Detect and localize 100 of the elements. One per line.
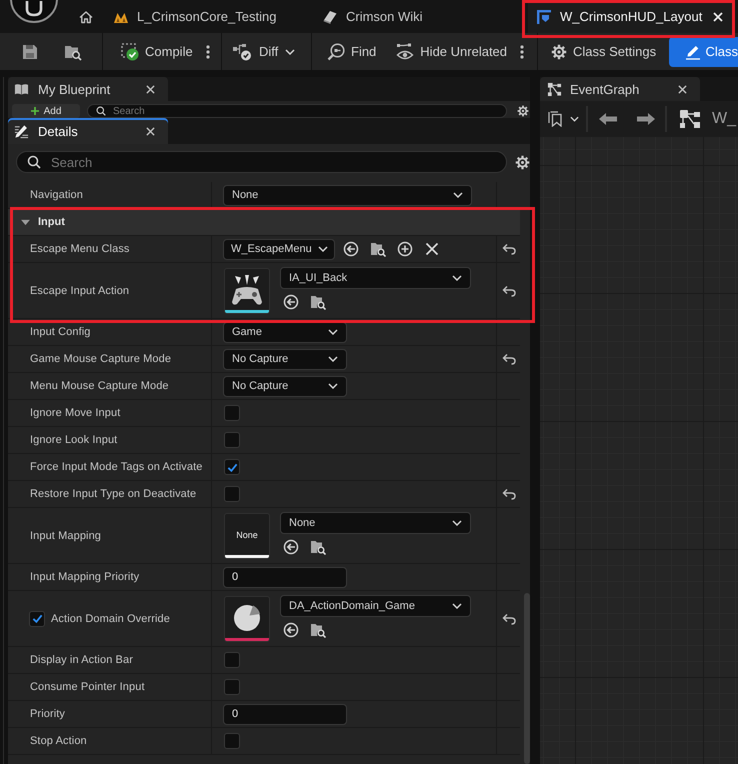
document-tab[interactable]: W_CrimsonHUD_Layout — [528, 0, 733, 33]
save-icon — [22, 44, 38, 60]
thumbnail-label: None — [236, 530, 258, 540]
hide-unrelated-button[interactable]: Hide Unrelated — [396, 36, 508, 66]
property-label: Action Domain Override — [51, 612, 170, 624]
property-label: Ignore Move Input — [30, 407, 120, 419]
gamepad-icon — [229, 274, 265, 306]
breadcrumb-label[interactable]: W_ — [712, 110, 736, 128]
reset-arrow-icon[interactable] — [502, 284, 516, 296]
property-label: Ignore Look Input — [30, 434, 118, 446]
chevron-down-icon — [318, 246, 328, 252]
dropdown[interactable]: IA_UI_Back — [280, 267, 471, 289]
pencil-icon — [685, 44, 702, 60]
document-tab[interactable]: Crimson Wiki — [314, 0, 528, 33]
checkbox[interactable] — [224, 733, 240, 749]
diff-button[interactable]: Diff — [232, 36, 296, 66]
folder-search-icon[interactable] — [370, 241, 386, 257]
dropdown[interactable]: W_EscapeMenu — [223, 238, 335, 260]
back-arrow-icon[interactable] — [598, 112, 618, 126]
dropdown[interactable]: No Capture — [223, 376, 347, 396]
asset-thumbnail[interactable] — [224, 596, 270, 642]
chevron-down-icon — [452, 275, 462, 281]
asset-thumbnail[interactable]: None — [224, 513, 270, 559]
class-button[interactable]: Class — [669, 36, 738, 66]
search-icon — [27, 155, 41, 169]
number-field[interactable]: 0 — [223, 566, 347, 588]
dropdown[interactable]: DA_ActionDomain_Game — [280, 595, 471, 617]
clear-icon[interactable] — [424, 241, 440, 257]
property-label: Display in Action Bar — [30, 654, 133, 666]
compile-button[interactable]: Compile — [121, 36, 193, 66]
chevron-down-icon — [453, 192, 463, 198]
arrow-circle-icon[interactable] — [283, 539, 299, 555]
category-header[interactable]: Input — [8, 209, 520, 236]
find-icon — [327, 42, 345, 60]
find-button[interactable]: Find — [327, 36, 376, 66]
checkbox[interactable] — [224, 432, 240, 448]
chevron-down-icon — [570, 116, 579, 122]
checkbox[interactable] — [224, 652, 240, 668]
arrow-circle-icon[interactable] — [283, 294, 299, 310]
scrollbar-thumb[interactable] — [524, 593, 530, 764]
bookmark-button[interactable] — [548, 111, 579, 127]
chevron-down-icon — [452, 520, 462, 526]
chevron-down-icon — [452, 603, 462, 609]
asset-thumbnail[interactable] — [224, 268, 270, 314]
layout-icon — [536, 8, 552, 24]
folder-search-icon[interactable] — [310, 539, 326, 555]
reset-arrow-icon[interactable] — [502, 612, 516, 624]
checkbox[interactable] — [224, 486, 240, 502]
graph-nodes-icon — [547, 82, 562, 96]
class-settings-button[interactable]: Class Settings — [551, 36, 656, 66]
folder-search-icon[interactable] — [310, 622, 326, 638]
plus-circle-icon[interactable] — [397, 241, 413, 257]
checkbox[interactable] — [224, 459, 240, 475]
property-label: Escape Input Action — [30, 284, 130, 296]
add-button[interactable]: Add — [12, 104, 80, 118]
dropdown[interactable]: None — [280, 512, 471, 534]
reset-arrow-icon[interactable] — [502, 353, 516, 365]
panel-tab[interactable]: Details — [8, 118, 168, 144]
number-field[interactable]: 0 — [223, 704, 347, 724]
checkbox[interactable] — [224, 679, 240, 695]
property-label: Game Mouse Capture Mode — [30, 353, 172, 365]
dropdown[interactable]: Game — [223, 322, 347, 342]
property-label: Menu Mouse Capture Mode — [30, 380, 169, 392]
arrow-circle-icon[interactable] — [343, 241, 359, 257]
reset-arrow-icon[interactable] — [502, 243, 516, 255]
close-icon[interactable] — [146, 126, 155, 136]
chevron-down-icon — [328, 383, 338, 389]
property-label: Force Input Mode Tags on Activate — [30, 461, 202, 473]
folder-search-icon[interactable] — [310, 294, 326, 310]
arrow-circle-icon[interactable] — [283, 622, 299, 638]
panel-tab[interactable]: EventGraph — [540, 77, 700, 101]
pie-chart-icon — [232, 602, 262, 632]
panel-tab[interactable]: My Blueprint — [8, 77, 168, 101]
book-icon — [14, 82, 29, 96]
compile-check-icon — [121, 42, 139, 60]
dropdown[interactable]: No Capture — [223, 348, 347, 370]
close-icon[interactable] — [678, 84, 687, 94]
close-icon[interactable] — [146, 84, 155, 94]
forward-arrow-icon[interactable] — [636, 112, 656, 126]
search-field[interactable]: Search — [87, 104, 507, 118]
settings-icon[interactable] — [515, 154, 530, 170]
property-label: Input Mapping Priority — [30, 571, 140, 583]
settings-icon[interactable] — [517, 105, 529, 117]
reset-arrow-icon[interactable] — [502, 488, 516, 500]
search-field[interactable]: Search — [16, 151, 507, 173]
search-icon — [96, 106, 106, 116]
settings-icon — [551, 44, 567, 60]
logo-icon[interactable] — [8, 0, 60, 24]
checkmark-icon — [226, 462, 238, 472]
more-icon — [520, 44, 524, 58]
checkmark-icon — [32, 613, 42, 624]
pencil-lines-icon — [14, 124, 29, 138]
graph-nodes-icon[interactable] — [679, 109, 701, 129]
checkbox[interactable] — [29, 610, 45, 626]
expand-triangle-icon[interactable] — [21, 218, 30, 226]
more-icon — [206, 44, 210, 58]
home-icon[interactable] — [78, 8, 94, 24]
dropdown[interactable]: None — [223, 184, 472, 206]
document-tab[interactable]: L_CrimsonCore_Testing — [105, 0, 314, 33]
checkbox[interactable] — [224, 405, 240, 421]
